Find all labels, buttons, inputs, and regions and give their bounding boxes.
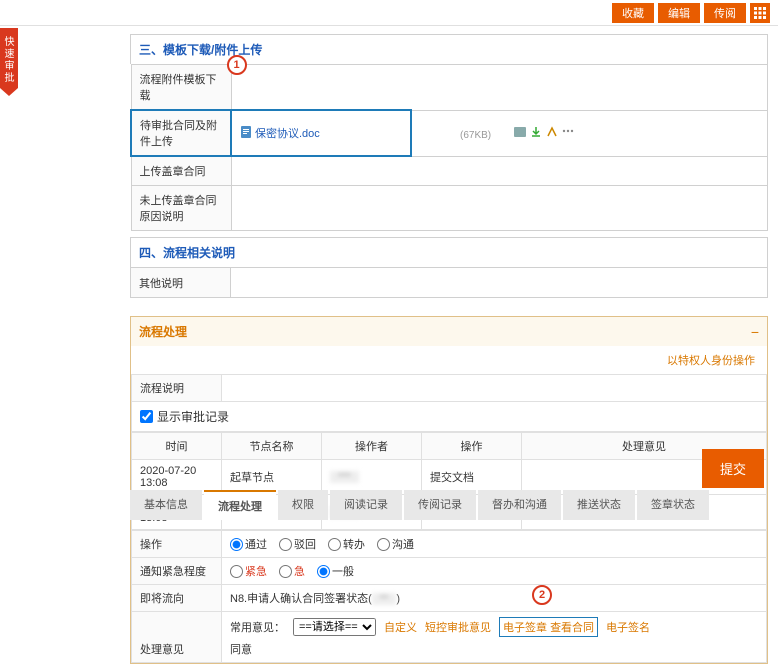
urgency-radios: 紧急 急 一般 [230,563,758,579]
grid-icon[interactable] [750,3,770,23]
tab-readlog[interactable]: 阅读记录 [330,490,402,520]
tab-pushstatus[interactable]: 推送状态 [563,490,635,520]
radio-normal[interactable]: 一般 [317,563,354,579]
collapse-icon[interactable]: − [751,324,759,340]
show-records-checkbox[interactable] [140,410,153,423]
show-records-row: 显示审批记录 [131,402,767,432]
contract-upload-value: 保密协议.doc [231,110,411,156]
tab-permission[interactable]: 权限 [278,490,328,520]
doc-icon [240,126,252,141]
section4-title: 四、流程相关说明 [130,237,768,267]
radio-urgent[interactable]: 紧急 [230,563,267,579]
tab-supervise[interactable]: 督办和沟通 [478,490,561,520]
custom-link[interactable]: 自定义 [384,619,417,635]
tab-process[interactable]: 流程处理 [204,490,276,520]
highlight-box: 电子签章 查看合同 [499,617,598,637]
section3-title: 三、模板下载/附件上传 [130,34,768,64]
col-time: 时间 [132,433,222,460]
preview-icon[interactable] [514,126,526,138]
sealed-upload-value [231,156,768,186]
auth-link-row: 以特权人身份操作 [131,346,767,374]
forward-button[interactable]: 传阅 [704,3,746,23]
unsealed-reason-label: 未上传盖章合同原因说明 [131,186,231,231]
radio-transfer[interactable]: 转办 [328,536,365,552]
opinion-label: 处理意见 [132,612,222,663]
template-download-label: 流程附件模板下载 [131,65,231,111]
action-icon[interactable] [546,126,558,138]
template-download-value: 1 [231,65,768,111]
edit-button[interactable]: 编辑 [658,3,700,23]
auth-link[interactable]: 以特权人身份操作 [667,355,755,367]
ename-link[interactable]: 电子签名 [606,619,650,635]
unsealed-reason-value [231,186,768,231]
opinion-row: 常用意见： ==请选择== 自定义 短控审批意见 电子签章 查看合同 电子签名 [230,617,758,637]
file-size: (67KB) [460,130,491,141]
col-operator: 操作者 [322,433,422,460]
radio-reject[interactable]: 驳回 [279,536,316,552]
tab-signstatus[interactable]: 签章状态 [637,490,709,520]
badge-1: 1 [227,55,247,75]
bottom-tabs: 基本信息 流程处理 权限 阅读记录 传阅记录 督办和沟通 推送状态 签章状态 [130,490,709,520]
col-action: 操作 [422,433,522,460]
show-records-label: 显示审批记录 [157,408,229,425]
agree-text: 同意 [230,641,758,657]
clear-link[interactable]: 短控审批意见 [425,619,491,635]
operation-label: 操作 [132,531,222,558]
esign-link[interactable]: 电子签章 [503,622,547,634]
col-node: 节点名称 [222,433,322,460]
top-toolbar: 收藏 编辑 传阅 [0,0,778,26]
process-title: 流程处理 [139,323,187,340]
nextflow-value: N8.申请人确认合同签署状态(**) 2 [222,585,767,612]
file-meta: (67KB) [411,110,768,156]
nextflow-label: 即将流向 [132,585,222,612]
opinion-select[interactable]: ==请选择== [293,618,376,636]
section3-table: 流程附件模板下载 1 待审批合同及附件上传 保密协议.doc (67KB) [130,64,768,231]
download-icon[interactable] [530,126,542,138]
radio-communicate[interactable]: 沟通 [377,536,414,552]
urgency-label: 通知紧急程度 [132,558,222,585]
operation-radios: 通过 驳回 转办 沟通 [230,536,758,552]
other-notes-value [231,268,768,298]
sealed-upload-label: 上传盖章合同 [131,156,231,186]
badge-2: 2 [532,585,552,605]
process-desc-label: 流程说明 [132,375,222,402]
file-name: 保密协议.doc [255,125,320,141]
more-icon[interactable] [562,126,574,138]
tab-forwardlog[interactable]: 传阅记录 [404,490,476,520]
contract-upload-label: 待审批合同及附件上传 [131,110,231,156]
view-contract-link[interactable]: 查看合同 [550,622,594,634]
process-header: 流程处理 − [131,317,767,346]
section4-table: 其他说明 [130,267,768,298]
common-opinion-label: 常用意见： [230,619,285,635]
other-notes-label: 其他说明 [131,268,231,298]
main-content: 三、模板下载/附件上传 流程附件模板下载 1 待审批合同及附件上传 保密协议.d… [130,26,768,664]
quick-approval-bookmark[interactable]: 快速审批 [0,28,18,88]
favorite-button[interactable]: 收藏 [612,3,654,23]
radio-pass[interactable]: 通过 [230,536,267,552]
tab-basic[interactable]: 基本信息 [130,490,202,520]
submit-button[interactable]: 提交 [702,449,764,488]
radio-critical[interactable]: 急 [279,563,305,579]
file-link[interactable]: 保密协议.doc [240,125,320,141]
